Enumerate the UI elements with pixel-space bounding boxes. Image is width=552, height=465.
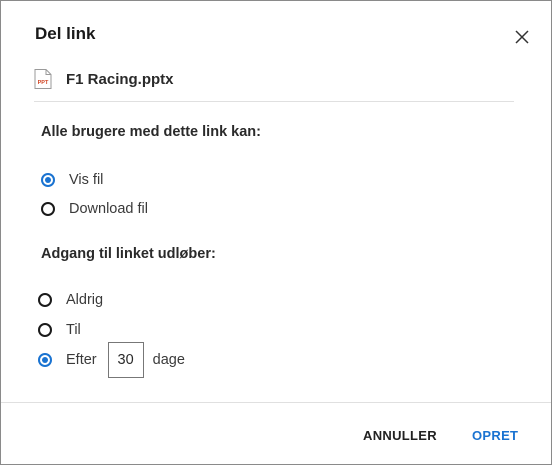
- expiry-heading: Adgang til linket udløber:: [41, 246, 216, 262]
- file-name: F1 Racing.pptx: [66, 70, 174, 88]
- radio-view-file-label: Vis fil: [69, 172, 104, 188]
- radio-download-file-label: Download fil: [69, 201, 148, 217]
- share-link-dialog: Del link PPT F1 Racing.pptx Alle brugere…: [0, 0, 552, 465]
- close-icon[interactable]: [514, 29, 530, 45]
- powerpoint-file-icon: PPT: [34, 69, 52, 89]
- header-divider: [34, 101, 514, 102]
- days-unit-label: dage: [152, 352, 185, 368]
- radio-unselected-icon[interactable]: [38, 293, 52, 307]
- create-button[interactable]: OPRET: [472, 428, 518, 443]
- radio-after[interactable]: Efter dage: [38, 342, 185, 378]
- radio-after-label: Efter: [66, 352, 97, 368]
- radio-unselected-icon[interactable]: [38, 323, 52, 337]
- radio-never[interactable]: Aldrig: [38, 292, 103, 308]
- dialog-title: Del link: [35, 24, 96, 43]
- days-input[interactable]: [107, 342, 144, 378]
- radio-unselected-icon[interactable]: [41, 202, 55, 216]
- radio-download-file[interactable]: Download fil: [41, 201, 148, 217]
- radio-until[interactable]: Til: [38, 322, 81, 338]
- cancel-button[interactable]: ANNULLER: [363, 428, 437, 443]
- radio-view-file[interactable]: Vis fil: [41, 172, 103, 188]
- ppt-icon-label: PPT: [38, 80, 49, 86]
- radio-never-label: Aldrig: [66, 292, 104, 308]
- footer-divider: [1, 402, 551, 403]
- radio-until-label: Til: [66, 322, 81, 338]
- radio-selected-icon[interactable]: [38, 353, 52, 367]
- permissions-heading: Alle brugere med dette link kan:: [41, 124, 261, 140]
- radio-selected-icon[interactable]: [41, 173, 55, 187]
- file-info: PPT F1 Racing.pptx: [34, 69, 174, 89]
